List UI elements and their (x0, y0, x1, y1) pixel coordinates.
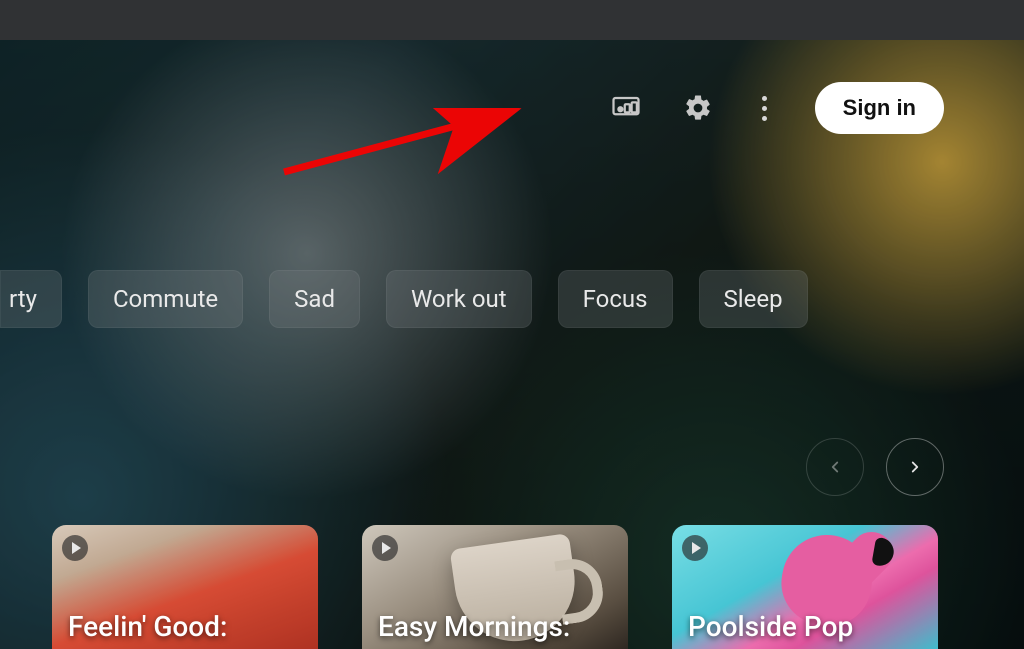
play-icon (682, 535, 708, 561)
playlist-card[interactable]: Easy Mornings: (362, 525, 628, 649)
mood-chip-work-out[interactable]: Work out (386, 270, 532, 328)
mood-chip-row: rty Commute Sad Work out Focus Sleep (0, 270, 808, 328)
cast-devices-icon[interactable] (609, 91, 643, 125)
playlist-card[interactable]: Feelin' Good: (52, 525, 318, 649)
playlist-title: Feelin' Good: (68, 610, 227, 643)
more-options-icon[interactable] (753, 93, 777, 123)
browser-chrome-bar (0, 0, 1024, 40)
sign-in-button[interactable]: Sign in (815, 82, 944, 134)
play-icon (372, 535, 398, 561)
play-icon (62, 535, 88, 561)
mood-chip-sleep[interactable]: Sleep (699, 270, 808, 328)
app-viewport: Sign in rty Commute Sad Work out Focus S… (0, 40, 1024, 649)
carousel-prev-button[interactable] (806, 438, 864, 496)
mood-chip-party[interactable]: rty (0, 270, 62, 328)
settings-gear-icon[interactable] (681, 91, 715, 125)
carousel-nav (806, 438, 944, 496)
top-action-bar: Sign in (609, 82, 944, 134)
playlist-title: Poolside Pop (688, 610, 853, 643)
playlist-card[interactable]: Poolside Pop (672, 525, 938, 649)
mood-chip-focus[interactable]: Focus (558, 270, 673, 328)
mood-chip-commute[interactable]: Commute (88, 270, 243, 328)
mood-chip-sad[interactable]: Sad (269, 270, 360, 328)
playlist-title: Easy Mornings: (378, 610, 570, 643)
carousel-next-button[interactable] (886, 438, 944, 496)
playlist-card-row: Feelin' Good: Easy Mornings: Poolside Po… (52, 525, 938, 649)
